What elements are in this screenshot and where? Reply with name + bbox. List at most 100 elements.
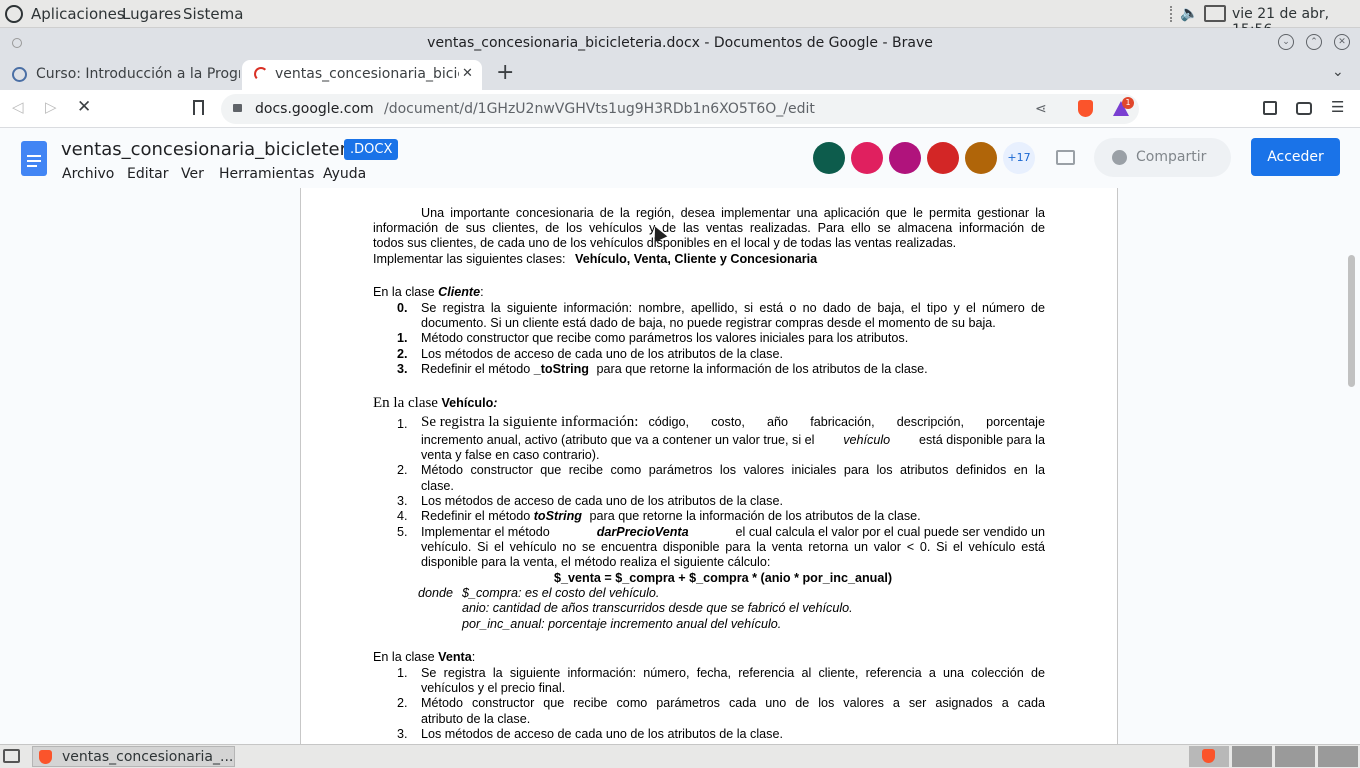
tab-ventas[interactable]: ventas_concesionaria_bicic ✕ [242, 60, 482, 90]
list-number: 3. [397, 727, 408, 741]
sidebar-icon[interactable] [1263, 101, 1277, 115]
window-titlebar: ventas_concesionaria_bicicleteria.docx -… [0, 28, 1360, 58]
taskbar-window-label: ventas_concesionaria_... [62, 749, 234, 765]
heading-colon: : [493, 396, 498, 410]
collaborator-avatar[interactable] [889, 142, 921, 174]
implement-line: Implementar las siguientes clases: Vehíc… [373, 252, 817, 267]
share-button[interactable]: Compartir [1094, 138, 1231, 177]
text-serif: Se registra la siguiente información: [421, 414, 639, 430]
menu-editar[interactable]: Editar [127, 166, 168, 182]
text-pre: Redefinir el método [421, 509, 531, 523]
course-favicon-icon [12, 67, 27, 82]
list-item-line: vehículo. Si el vehículo no se encuentra… [421, 540, 1045, 554]
more-collaborators-badge[interactable]: +17 [1003, 142, 1035, 174]
intro-line: información de sus clientes, de los vehí… [373, 221, 1045, 235]
loading-spinner-icon [254, 67, 268, 81]
menu-icon[interactable]: ☰ [1331, 98, 1344, 116]
cliente-heading: En la clase Cliente: [373, 285, 484, 300]
collaborator-avatar[interactable] [927, 142, 959, 174]
workspace-3[interactable] [1275, 746, 1315, 767]
minimize-icon[interactable]: ⌄ [1278, 34, 1294, 50]
taskbar-window-button[interactable]: ventas_concesionaria_... [32, 746, 235, 767]
list-item-line: Redefinir el método _toString para que r… [421, 362, 928, 377]
menu-aplicaciones[interactable]: Aplicaciones [31, 5, 125, 23]
doc-title[interactable]: ventas_concesionaria_bicicleteria [61, 139, 363, 160]
document-page[interactable]: Una importante concesionaria de la regió… [300, 188, 1118, 744]
text-pre: Implementar el método [421, 525, 550, 539]
docs-logo-icon[interactable] [21, 141, 47, 176]
list-number: 4. [397, 509, 408, 523]
workspace-1[interactable] [1189, 746, 1229, 767]
network-icon[interactable] [1204, 5, 1226, 22]
share-page-icon[interactable]: ⋖ [1035, 94, 1047, 124]
list-item-line: Los métodos de acceso de cada uno de los… [421, 347, 783, 361]
list-item-line: Se registra la siguiente información: no… [421, 301, 1045, 315]
browser-toolbar: ◁ ▷ ✕ docs.google.com /document/d/1GHzU2… [0, 90, 1360, 128]
menu-archivo[interactable]: Archivo [62, 166, 114, 182]
list-number: 5. [397, 525, 408, 539]
menu-ayuda[interactable]: Ayuda [323, 166, 366, 182]
formula: $_venta = $_compra + $_compra * (anio * … [554, 571, 893, 585]
collaborator-avatar[interactable] [813, 142, 845, 174]
tab-label: Curso: Introducción a la Progra [36, 66, 240, 82]
maximize-icon[interactable]: ⌃ [1306, 34, 1322, 50]
forward-icon[interactable]: ▷ [45, 98, 57, 116]
heading-prefix: En la clase [373, 285, 435, 299]
menu-sistema[interactable]: Sistema [183, 5, 243, 23]
list-item-line: Método constructor que recibe como parám… [421, 696, 1045, 710]
window-menu-icon[interactable] [12, 38, 22, 48]
window-title: ventas_concesionaria_bicicleteria.docx -… [427, 35, 933, 51]
bookmark-icon[interactable] [193, 100, 204, 115]
implement-prefix: Implementar las siguientes clases: [373, 252, 566, 266]
back-icon[interactable]: ◁ [12, 98, 24, 116]
comments-icon[interactable] [1056, 150, 1075, 165]
tab-search-chevron-icon[interactable]: ⌄ [1332, 64, 1344, 80]
collaborator-avatar[interactable] [965, 142, 997, 174]
heading-colon: : [480, 285, 484, 299]
heading-class-name: Venta [438, 650, 472, 664]
text-pre: incremento anual, activo (atributo que v… [421, 433, 815, 447]
implement-classes: Vehículo, Venta, Cliente y Concesionaria [575, 252, 818, 266]
text-post: para que retorne la información de los a… [596, 362, 928, 376]
wallet-icon[interactable] [1296, 102, 1312, 115]
where-line: anio: cantidad de años transcurridos des… [462, 601, 853, 615]
heading-prefix: En la clase [373, 650, 435, 664]
menu-ver[interactable]: Ver [181, 166, 204, 182]
close-tab-icon[interactable]: ✕ [462, 60, 473, 88]
docs-logo-line [27, 160, 41, 162]
close-window-icon[interactable]: ✕ [1334, 34, 1350, 50]
stop-loading-icon[interactable]: ✕ [77, 97, 91, 117]
address-bar[interactable]: docs.google.com /document/d/1GHzU2nwVGHV… [221, 94, 1139, 124]
list-number: 2. [397, 347, 408, 361]
heading-prefix: En la clase [373, 395, 438, 411]
distro-logo-icon[interactable] [5, 5, 23, 23]
show-desktop-icon[interactable] [3, 749, 20, 763]
vertical-scrollbar[interactable] [1348, 255, 1355, 387]
list-number: 1. [397, 417, 408, 431]
new-tab-icon[interactable]: + [496, 60, 514, 85]
donde-label: donde [418, 586, 454, 600]
tray-handle-icon [1170, 6, 1174, 22]
list-item-line: Método constructor que recibe como parám… [421, 463, 1045, 477]
list-item-line: vehículos y el precio final. [421, 681, 566, 695]
volume-icon[interactable]: 🔈 [1180, 4, 1199, 22]
signin-button[interactable]: Acceder [1251, 138, 1340, 176]
list-item-line: atributo de la clase. [421, 712, 531, 726]
menu-lugares[interactable]: Lugares [122, 5, 181, 23]
share-label: Compartir [1136, 149, 1207, 165]
list-item-line: clase. [421, 479, 454, 493]
brave-shields-icon[interactable] [1078, 100, 1093, 117]
collaborator-avatar[interactable] [851, 142, 883, 174]
workspace-4[interactable] [1318, 746, 1358, 767]
heading-class-name: Cliente [438, 285, 481, 299]
menu-herramientas[interactable]: Herramientas [219, 166, 314, 182]
lock-icon[interactable] [233, 104, 242, 112]
venta-heading: En la clase Venta: [373, 650, 475, 665]
tab-curso[interactable]: Curso: Introducción a la Progra [6, 60, 240, 90]
method-name: _toString [533, 362, 589, 376]
workspace-2[interactable] [1232, 746, 1272, 767]
text-italic: vehículo [843, 433, 891, 447]
tab-strip: Curso: Introducción a la Progra ventas_c… [0, 58, 1360, 90]
bottom-taskbar: ventas_concesionaria_... [0, 744, 1360, 768]
list-item-line: Los métodos de acceso de cada uno de los… [421, 727, 783, 741]
